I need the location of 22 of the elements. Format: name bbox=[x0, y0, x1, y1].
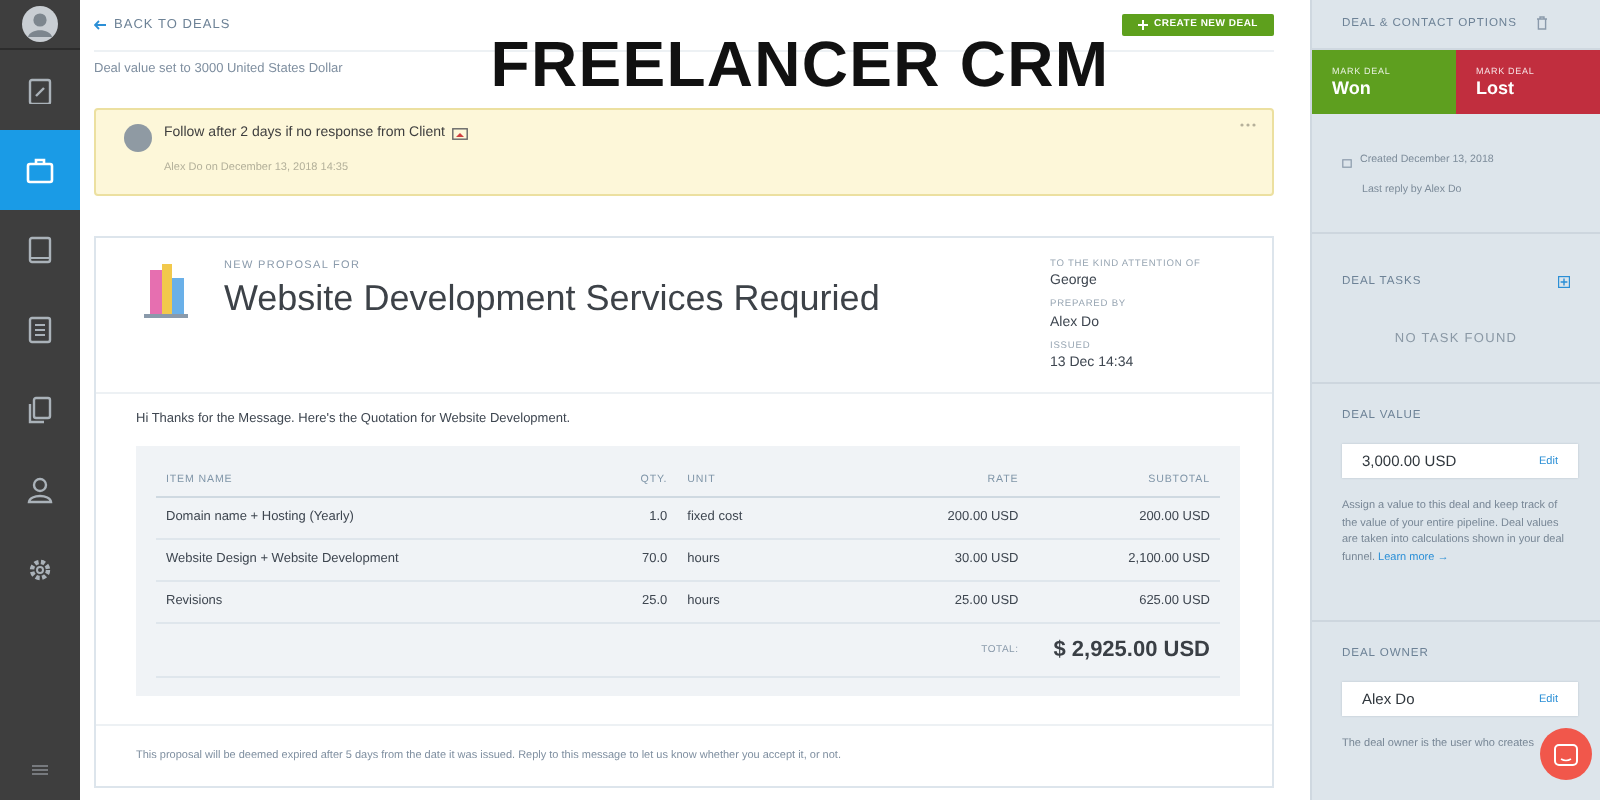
image-icon[interactable] bbox=[452, 128, 469, 140]
add-task-icon[interactable] bbox=[1558, 276, 1570, 289]
proposal-title: Website Development Services Requried bbox=[224, 278, 880, 322]
clipboard-icon bbox=[26, 76, 54, 104]
book-icon bbox=[26, 236, 54, 264]
menu-icon[interactable] bbox=[32, 764, 48, 776]
briefcase-icon bbox=[26, 156, 54, 184]
overlay-title: FREELANCER CRM bbox=[490, 28, 1110, 100]
person-icon bbox=[26, 476, 54, 504]
avatar-icon bbox=[124, 123, 152, 152]
trash-icon[interactable] bbox=[1536, 16, 1549, 31]
sidebar-item[interactable] bbox=[0, 130, 80, 210]
avatar-icon[interactable] bbox=[22, 6, 58, 42]
settings-icon bbox=[26, 556, 54, 584]
chat-button[interactable] bbox=[1540, 728, 1592, 780]
calendar-icon bbox=[1342, 157, 1352, 168]
chat-icon bbox=[1554, 743, 1578, 765]
arrow-left-icon bbox=[94, 20, 106, 30]
total-value: $ 2,925.00 USD bbox=[1053, 637, 1210, 662]
plus-icon bbox=[1138, 20, 1148, 30]
copies-icon bbox=[26, 396, 54, 424]
document-icon bbox=[26, 316, 54, 344]
